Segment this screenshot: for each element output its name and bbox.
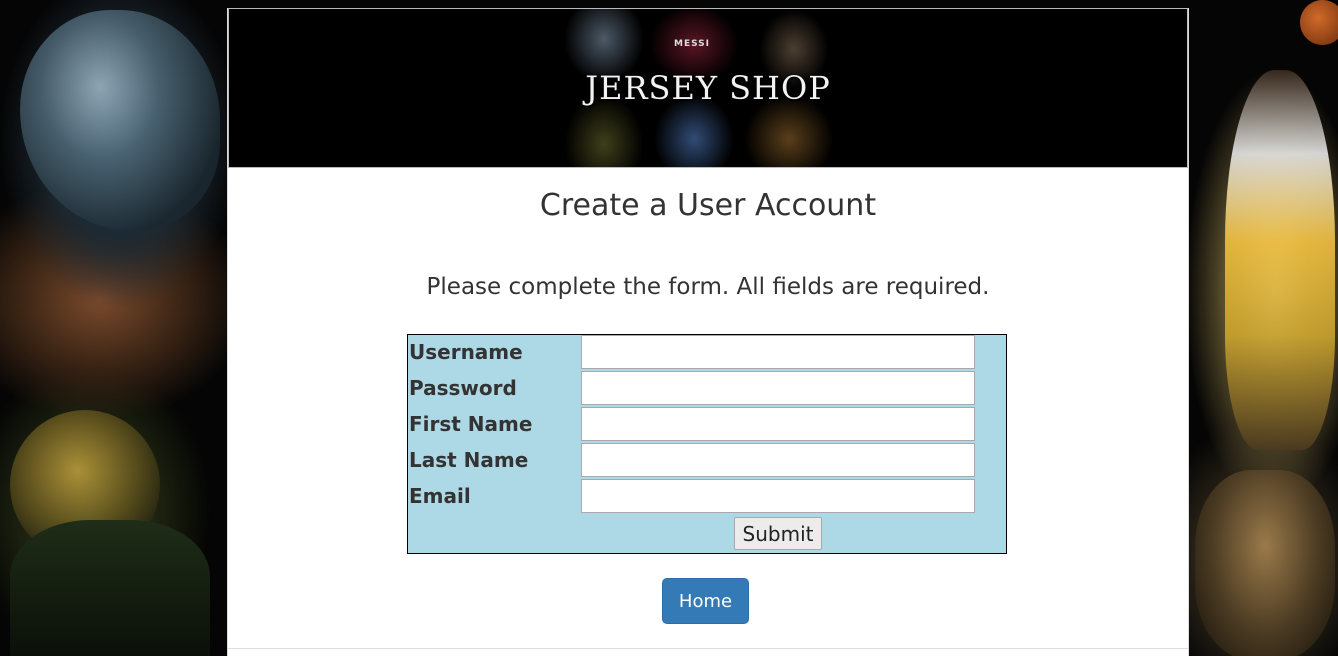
first-name-label: First Name	[409, 412, 533, 436]
email-row: Email	[408, 479, 1006, 515]
home-button[interactable]: Home	[662, 578, 749, 624]
background-helmet-image	[20, 10, 220, 230]
last-name-label: Last Name	[409, 448, 529, 472]
password-row: Password	[408, 371, 1006, 407]
site-title: JERSEY SHOP	[585, 69, 831, 107]
username-label: Username	[409, 340, 523, 364]
last-name-input[interactable]	[581, 443, 975, 477]
password-input[interactable]	[581, 371, 975, 405]
last-name-row: Last Name	[408, 443, 1006, 479]
background-ball-image	[1300, 0, 1338, 45]
background-player-image	[10, 410, 160, 560]
background-soccer-player-image	[1195, 470, 1335, 656]
page-title: Create a User Account	[539, 188, 877, 223]
submit-button[interactable]: Submit	[734, 517, 822, 550]
email-input[interactable]	[581, 479, 975, 513]
username-input[interactable]	[581, 335, 975, 369]
first-name-row: First Name	[408, 407, 1006, 443]
banner-jersey-text: MESSI	[674, 39, 711, 49]
form-instructions: Please complete the form. All fields are…	[426, 274, 990, 300]
create-account-form: Username Password First Name Last Name E…	[407, 334, 1007, 554]
site-banner: MESSI JERSEY SHOP	[228, 8, 1188, 168]
password-label: Password	[409, 376, 517, 400]
background-basketball-player-image	[1225, 70, 1335, 450]
background-jersey-image	[10, 520, 210, 656]
first-name-input[interactable]	[581, 407, 975, 441]
footer-divider	[228, 648, 1188, 649]
username-row: Username	[408, 335, 1006, 371]
email-label: Email	[409, 484, 471, 508]
main-container: MESSI JERSEY SHOP Create a User Account …	[227, 8, 1189, 656]
